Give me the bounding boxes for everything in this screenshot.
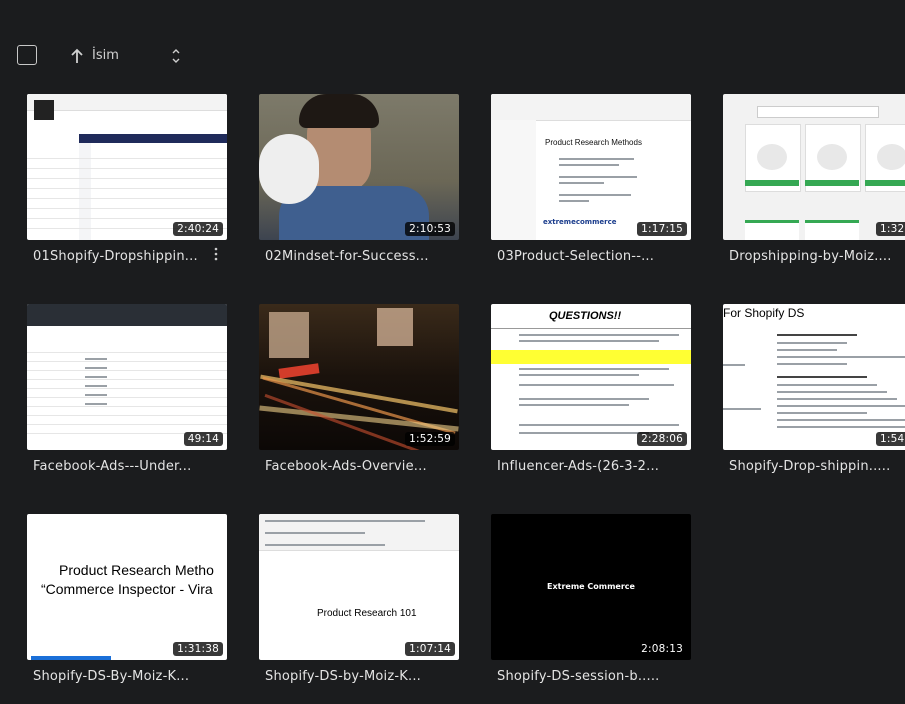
slide-title: Extreme Commerce [547, 582, 635, 591]
duration-badge: 1:31:38 [173, 642, 223, 656]
slide-title: For Shopify DS [723, 306, 805, 320]
more-options-icon[interactable] [213, 246, 219, 262]
slide-line-2: “Commerce Inspector - Vira [41, 581, 213, 597]
video-title: Influencer-Ads-(26-3-2... [497, 459, 660, 474]
slide-title: Product Research Methods [545, 138, 642, 147]
duration-badge: 2:08:13 [637, 642, 687, 656]
duration-badge: 1:17:15 [637, 222, 687, 236]
video-title: 02Mindset-for-Success... [265, 249, 429, 264]
video-thumbnail[interactable]: 1:52:59 [259, 304, 459, 450]
video-title: Dropshipping-by-Moiz.... [729, 249, 892, 264]
sort-by-name-label[interactable]: İsim [92, 48, 119, 63]
slide-title: QUESTIONS!! [549, 310, 622, 322]
video-thumbnail[interactable]: Extreme Commerce 2:08:13 [491, 514, 691, 660]
video-thumbnail[interactable]: 2:40:24 [27, 94, 227, 240]
duration-badge: 1:54:2 [876, 432, 905, 446]
video-thumbnail[interactable]: 1:32:3 [723, 94, 905, 240]
video-thumbnail[interactable]: For Shopify DS 1:54:2 [723, 304, 905, 450]
toolbar: İsim [0, 0, 905, 92]
duration-badge: 1:07:14 [405, 642, 455, 656]
video-title: Shopify-DS-session-b..... [497, 669, 660, 684]
slide-title: Product Research 101 [317, 608, 417, 619]
select-all-checkbox[interactable] [17, 45, 37, 65]
video-title: 01Shopify-Dropshippin... [33, 249, 198, 264]
video-thumbnail[interactable]: Product Research Methods extremecommerce… [491, 94, 691, 240]
slide-line-1: Product Research Metho [59, 562, 214, 578]
duration-badge: 1:52:59 [405, 432, 455, 446]
video-title: Shopify-Drop-shippin..... [729, 459, 891, 474]
video-title: 03Product-Selection--... [497, 249, 655, 264]
chevron-up-down-icon[interactable] [171, 47, 181, 65]
sort-ascending-arrow-icon[interactable] [70, 48, 84, 64]
video-thumbnail[interactable]: Product Research 101 1:07:14 [259, 514, 459, 660]
video-title: Shopify-DS-By-Moiz-K... [33, 669, 190, 684]
video-thumbnail[interactable]: QUESTIONS!! 2:28:06 [491, 304, 691, 450]
video-thumbnail[interactable]: 2:10:53 [259, 94, 459, 240]
video-title: Shopify-DS-by-Moiz-K... [265, 669, 421, 684]
video-title: Facebook-Ads---Under... [33, 459, 192, 474]
logo-text: extremecommerce [543, 218, 617, 226]
video-thumbnail[interactable]: Product Research Metho “Commerce Inspect… [27, 514, 227, 660]
duration-badge: 49:14 [183, 432, 223, 446]
video-thumbnail[interactable]: 49:14 [27, 304, 227, 450]
duration-badge: 1:32:3 [876, 222, 905, 236]
duration-badge: 2:10:53 [405, 222, 455, 236]
duration-badge: 2:40:24 [173, 222, 223, 236]
duration-badge: 2:28:06 [637, 432, 687, 446]
video-title: Facebook-Ads-Overvie... [265, 459, 427, 474]
